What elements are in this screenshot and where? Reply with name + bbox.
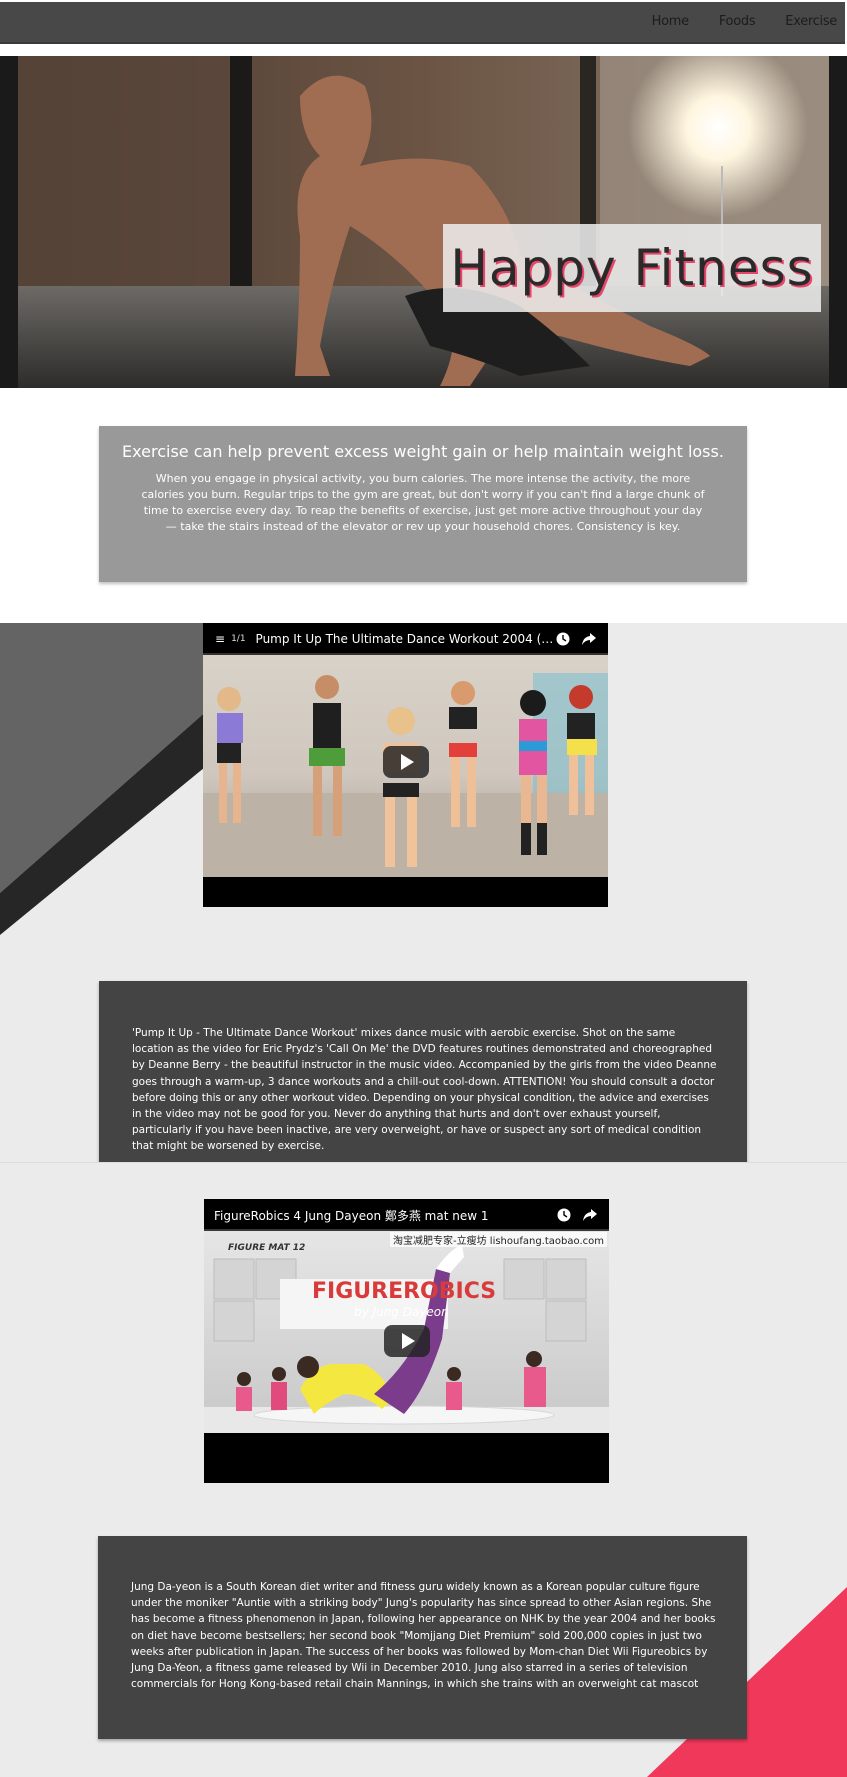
- video-2-mat-label: FIGURE MAT 12: [228, 1243, 306, 1253]
- nav-link-exercise[interactable]: Exercise: [785, 14, 837, 29]
- nav-link-home[interactable]: Home: [652, 14, 690, 29]
- hero-title-box: Happy Fitness: [443, 224, 821, 312]
- playlist-icon[interactable]: ≡: [215, 632, 225, 646]
- share-icon[interactable]: [582, 632, 596, 646]
- video-1-actions: [556, 632, 596, 646]
- video-2-topbar: FigureRobics 4 Jung Dayeon 鄭多燕 mat new 1: [204, 1199, 609, 1231]
- video-1-play-button[interactable]: [383, 746, 429, 778]
- video-2-brand-title: FIGUREROBICS: [312, 1279, 497, 1304]
- video-1-description: 'Pump It Up - The Ultimate Dance Workout…: [132, 1027, 717, 1153]
- play-icon: [402, 1333, 415, 1349]
- watch-later-icon[interactable]: [557, 1208, 571, 1222]
- nav-menu: Home Foods Exercise: [652, 14, 838, 29]
- nav-link-foods[interactable]: Foods: [719, 14, 756, 29]
- intro-card: Exercise can help prevent excess weight …: [99, 426, 747, 582]
- video-2-title[interactable]: FigureRobics 4 Jung Dayeon 鄭多燕 mat new 1: [214, 1207, 514, 1224]
- hero-banner: Happy Fitness: [0, 56, 847, 388]
- hero-photo: [0, 56, 847, 388]
- playlist-count: 1/1: [231, 634, 246, 644]
- video-2-description-card: Jung Da-yeon is a South Korean diet writ…: [98, 1536, 747, 1739]
- video-2-description: Jung Da-yeon is a South Korean diet writ…: [131, 1581, 716, 1691]
- decorative-shapes-left: [0, 623, 210, 935]
- video-2-actions: [557, 1208, 597, 1222]
- top-navbar: Home Foods Exercise: [0, 2, 845, 44]
- video-1-topbar: ≡ 1/1 Pump It Up The Ultimate Dance Work…: [203, 623, 608, 655]
- hero-title: Happy Fitness: [450, 239, 814, 297]
- video-2-play-button[interactable]: [384, 1325, 430, 1357]
- share-icon[interactable]: [583, 1208, 597, 1222]
- watch-later-icon[interactable]: [556, 632, 570, 646]
- intro-text: When you engage in physical activity, yo…: [141, 472, 705, 533]
- video-1-description-card: 'Pump It Up - The Ultimate Dance Workout…: [99, 981, 747, 1163]
- intro-heading: Exercise can help prevent excess weight …: [122, 442, 724, 461]
- video-1-title[interactable]: Pump It Up The Ultimate Dance Workout 20…: [256, 632, 556, 646]
- video-player-2[interactable]: FigureRobics 4 Jung Dayeon 鄭多燕 mat new 1…: [204, 1199, 609, 1483]
- video-player-1[interactable]: ≡ 1/1 Pump It Up The Ultimate Dance Work…: [203, 623, 608, 907]
- video-2-watermark: 淘宝减肥专家-立瘦坊 lishoufang.taobao.com: [390, 1232, 607, 1247]
- play-icon: [401, 754, 414, 770]
- video-2-brand-subtitle: by Jung Dayeon: [354, 1305, 449, 1319]
